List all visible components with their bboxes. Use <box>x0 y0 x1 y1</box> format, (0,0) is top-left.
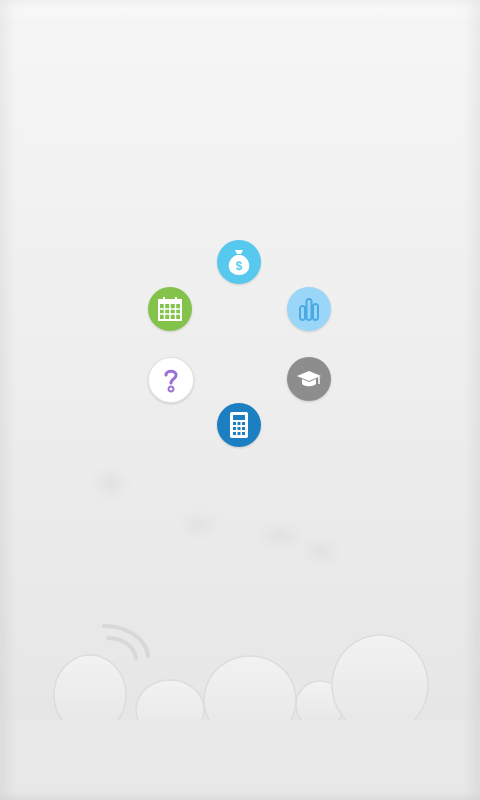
help-button[interactable] <box>148 357 194 403</box>
question-icon <box>164 369 178 393</box>
money-bag-button[interactable]: $ <box>217 240 261 284</box>
background-blur <box>310 545 332 557</box>
graduation-button[interactable] <box>287 357 331 401</box>
bar-chart-icon <box>299 298 319 321</box>
wifi-signal-icon <box>102 624 150 660</box>
top-bar <box>0 0 480 26</box>
calculator-icon <box>230 412 248 438</box>
calendar-button[interactable] <box>148 287 192 331</box>
graduation-cap-icon <box>297 371 321 387</box>
background-blur <box>265 530 295 542</box>
background-blur <box>100 475 122 491</box>
background-blur <box>185 520 213 530</box>
calculator-button[interactable] <box>217 403 261 447</box>
money-bag-icon: $ <box>228 250 250 275</box>
cloud-decoration <box>0 624 480 800</box>
calendar-icon <box>158 297 182 321</box>
svg-text:$: $ <box>236 259 243 273</box>
bar-chart-button[interactable] <box>287 287 331 331</box>
